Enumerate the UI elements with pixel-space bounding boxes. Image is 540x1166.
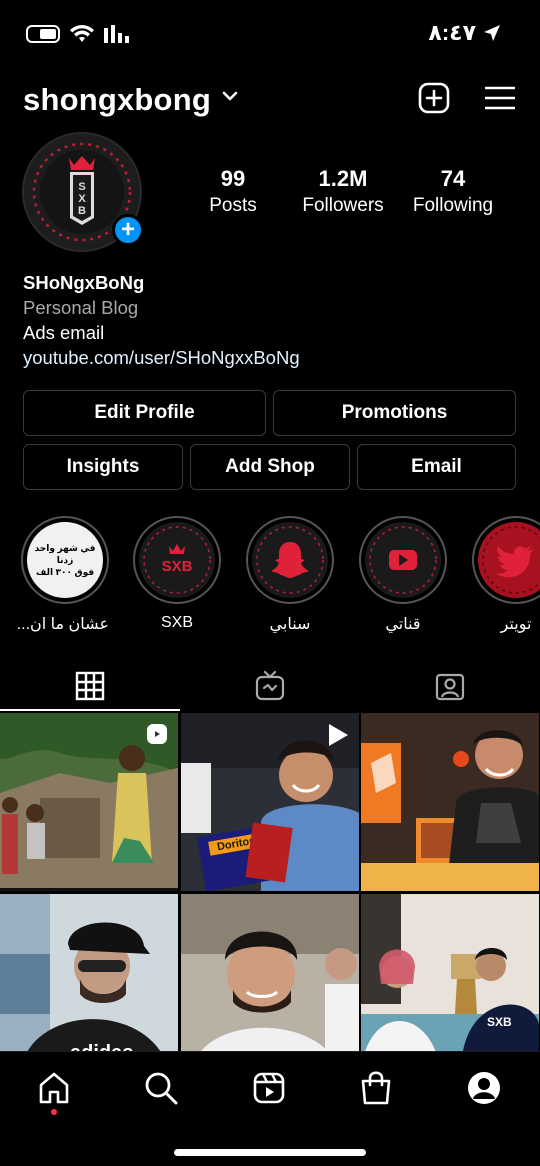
post-thumbnail[interactable]	[0, 713, 178, 891]
tagged-icon	[435, 673, 465, 701]
followers-label: Followers	[302, 195, 384, 216]
followers-count: 1.2M	[318, 166, 368, 191]
wifi-icon	[70, 25, 94, 42]
posts-grid: Doritos SXB	[0, 713, 540, 1051]
highlight-label: سنابي	[269, 616, 311, 633]
highlight-2[interactable]: SXB SXB	[133, 516, 221, 632]
bio-text: Ads email	[23, 322, 105, 343]
signal-icon	[104, 25, 129, 43]
highlight-4[interactable]: قناتي	[359, 516, 447, 634]
home-indicator	[174, 1149, 366, 1156]
battery-icon	[26, 25, 60, 43]
post-thumbnail[interactable]	[181, 894, 359, 1051]
sxb-logo-icon: SXB	[139, 522, 215, 598]
chevron-down-icon[interactable]	[222, 90, 238, 102]
highlight-label: عشان ما ان...	[16, 616, 109, 633]
nav-home[interactable]	[34, 1068, 74, 1108]
post-image	[361, 713, 539, 891]
highlight-ring	[472, 516, 540, 604]
svg-text:SXB: SXB	[162, 558, 193, 575]
svg-text:SXB: SXB	[487, 1015, 512, 1029]
following-label: Following	[412, 195, 494, 216]
highlight-label: SXB	[160, 614, 193, 631]
following-stat[interactable]: 74 Following	[407, 166, 499, 217]
status-bar: ٨:٤٧	[0, 0, 540, 70]
promotions-button[interactable]: Promotions	[273, 390, 516, 436]
tab-tagged[interactable]	[360, 660, 540, 712]
new-post-icon[interactable]	[418, 82, 450, 114]
post-thumbnail[interactable]: adidas	[0, 894, 178, 1051]
status-time: ٨:٤٧	[428, 20, 476, 45]
grid-icon	[75, 671, 105, 701]
highlight-label: تويتر	[500, 616, 532, 633]
display-name: SHoNgxBoNg	[23, 272, 145, 293]
following-count: 74	[440, 166, 466, 191]
post-image: adidas	[0, 894, 178, 1051]
twitter-icon	[478, 522, 540, 598]
highlight-1[interactable]: في شهر واحد زدنا فوق ٣٠٠ الف عشان ما ان.…	[16, 516, 109, 634]
posts-label: Posts	[209, 195, 257, 216]
posts-stat[interactable]: 99 Posts	[198, 166, 268, 217]
profile-bio: SHoNgxBoNg Personal Blog Ads email youtu…	[23, 270, 300, 370]
email-button[interactable]: Email	[357, 444, 516, 490]
bio-link[interactable]: youtube.com/user/SHoNgxxBoNg	[23, 345, 300, 370]
post-thumbnail[interactable]	[361, 713, 539, 891]
bottom-navigation	[0, 1051, 540, 1166]
post-image	[181, 894, 359, 1051]
highlight-ring: SXB	[133, 516, 221, 604]
nav-reels[interactable]	[249, 1068, 289, 1108]
highlight-ring	[359, 516, 447, 604]
profile-category: Personal Blog	[23, 297, 139, 318]
active-tab-indicator	[0, 709, 180, 711]
home-icon	[39, 1072, 69, 1104]
svg-text:S: S	[78, 181, 85, 193]
reels-icon	[253, 1072, 285, 1104]
search-icon	[145, 1072, 178, 1105]
shopping-bag-icon	[361, 1071, 391, 1105]
nav-profile[interactable]	[464, 1068, 504, 1108]
svg-text:adidas: adidas	[70, 1042, 133, 1051]
edit-profile-button[interactable]: Edit Profile	[23, 390, 266, 436]
insights-button[interactable]: Insights	[23, 444, 183, 490]
play-icon	[329, 724, 348, 746]
profile-avatar-icon	[468, 1072, 500, 1104]
tab-posts-grid[interactable]	[0, 660, 180, 712]
svg-text:X: X	[78, 193, 86, 205]
followers-stat[interactable]: 1.2M Followers	[297, 166, 389, 217]
add-shop-button[interactable]: Add Shop	[190, 444, 350, 490]
highlight-3[interactable]: سنابي	[246, 516, 334, 634]
post-thumbnail[interactable]: SXB	[361, 894, 539, 1051]
posts-count: 99	[220, 166, 246, 191]
add-story-button[interactable]: +	[112, 214, 144, 246]
notification-dot	[51, 1109, 57, 1115]
highlight-ring: في شهر واحد زدنا فوق ٣٠٠ الف	[21, 516, 109, 604]
nav-shop[interactable]	[356, 1068, 396, 1108]
reels-icon	[147, 724, 167, 744]
igtv-icon	[255, 671, 285, 701]
profile-header: shongxbong	[0, 78, 540, 124]
highlight-label: قناتي	[385, 616, 421, 633]
tab-igtv[interactable]	[180, 660, 360, 712]
location-icon	[484, 25, 500, 41]
snapchat-icon	[252, 522, 328, 598]
menu-icon[interactable]	[485, 86, 515, 110]
highlight-ring	[246, 516, 334, 604]
username-switcher[interactable]: shongxbong	[23, 82, 211, 118]
highlight-5[interactable]: تويتر	[472, 516, 540, 634]
post-image: SXB	[361, 894, 539, 1051]
youtube-icon	[365, 522, 441, 598]
post-thumbnail[interactable]: Doritos	[181, 713, 359, 891]
svg-text:B: B	[78, 205, 86, 217]
nav-search[interactable]	[141, 1068, 181, 1108]
profile-tabs	[0, 660, 540, 712]
text-story-icon: في شهر واحد زدنا فوق ٣٠٠ الف	[27, 522, 103, 598]
